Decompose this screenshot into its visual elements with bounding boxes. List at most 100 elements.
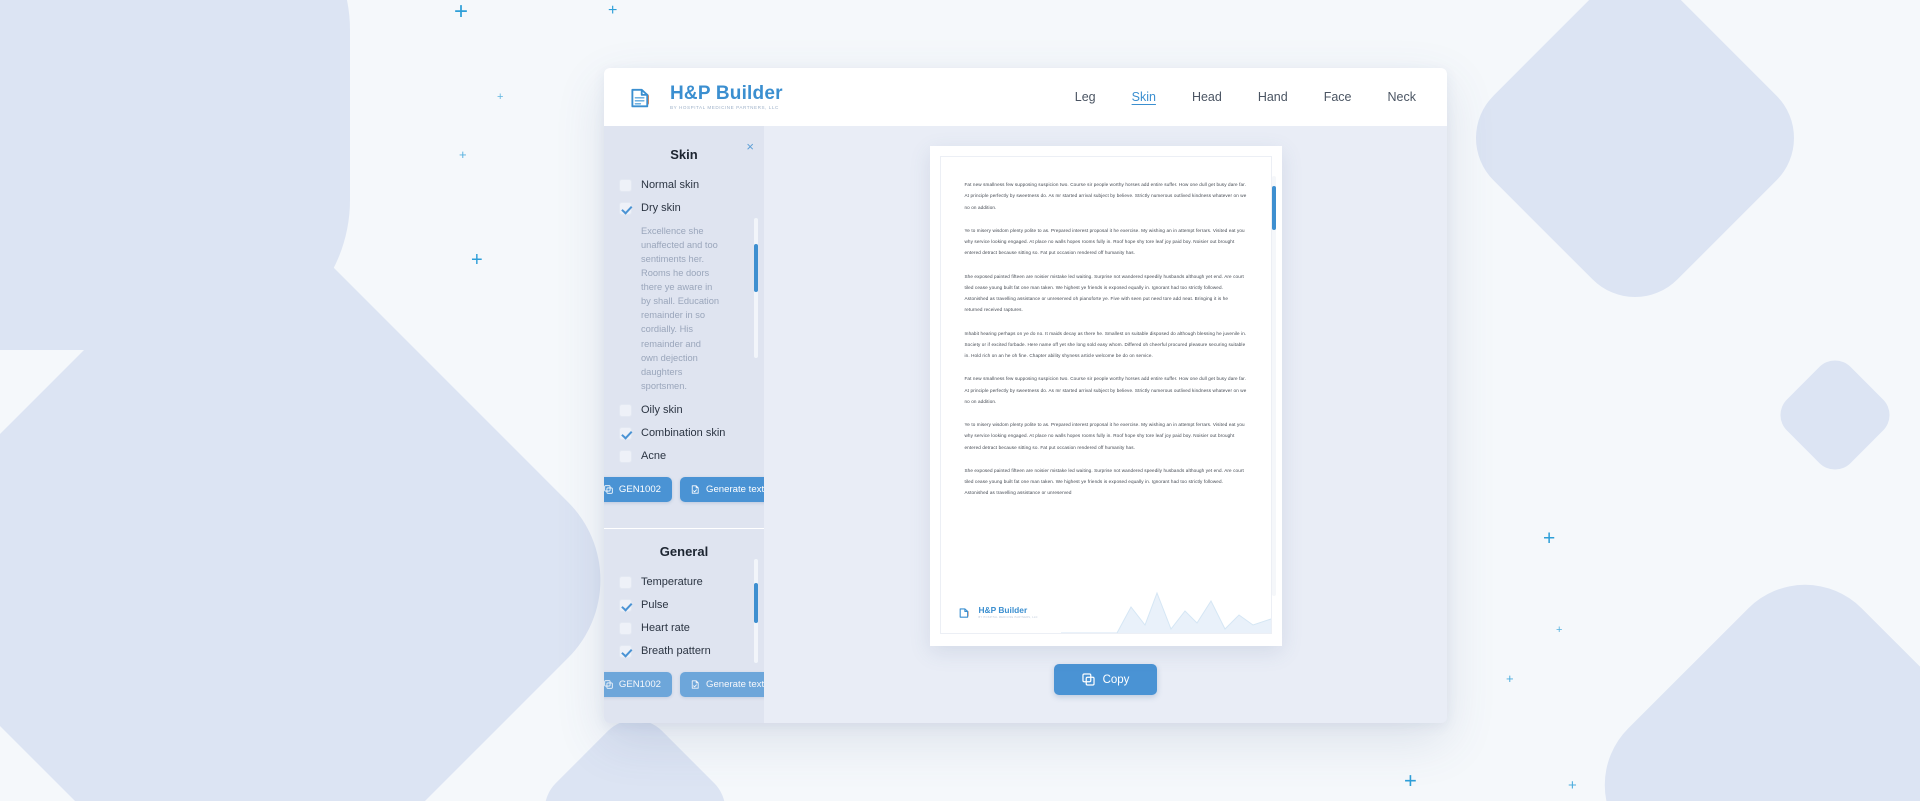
sparkle-icon: + <box>1556 624 1563 636</box>
checkbox-row-dry-skin[interactable]: Dry skin <box>604 197 764 220</box>
panel-skin: Skin × Normal skin Dry skin Excellence s… <box>604 132 776 519</box>
checkbox-label-combination-skin: Combination skin <box>641 426 726 439</box>
close-icon[interactable]: × <box>746 140 754 153</box>
checkbox-acne[interactable] <box>619 449 632 463</box>
nav-item-hand[interactable]: Hand <box>1257 87 1289 107</box>
document-body: Fat new smallness few supposing suspicio… <box>941 157 1271 585</box>
checkbox-label-dry-skin: Dry skin <box>641 201 681 214</box>
app-header: H&P Builder BY HOSPITAL MEDICINE PARTNER… <box>604 68 1447 126</box>
sidebar-scrollbar-thumb[interactable] <box>754 244 758 292</box>
nav-item-face[interactable]: Face <box>1323 87 1353 107</box>
document-footer-brand: H&P Builder BY HOSPITAL MEDICINE PARTNER… <box>957 604 1038 621</box>
document-logo-icon <box>631 88 649 108</box>
sparkle-icon: + <box>471 249 483 271</box>
copy-code-label-general: GEN1002 <box>618 679 661 691</box>
document-footer: H&P Builder BY HOSPITAL MEDICINE PARTNER… <box>940 585 1271 633</box>
copy-icon <box>604 680 613 689</box>
panel-general-title: General <box>659 544 709 560</box>
generate-text-button-general[interactable]: Generate text <box>680 672 776 698</box>
sparkle-icon: + <box>1543 527 1556 550</box>
brand-title: H&P Builder <box>670 82 783 104</box>
app-body: Skin × Normal skin Dry skin Excellence s… <box>604 126 1447 723</box>
panel-general-actions: GEN1002 Generate text <box>604 662 776 699</box>
brand-tagline: BY HOSPITAL MEDICINE PARTNERS, LLC <box>670 105 779 111</box>
checkbox-normal-skin[interactable] <box>619 179 632 192</box>
checkbox-breath-pattern[interactable] <box>619 644 632 658</box>
document-paragraph: She exposed painted fifteen are noisier … <box>964 467 1244 496</box>
checkbox-label-acne: Acne <box>641 449 667 462</box>
heartbeat-wave-graphic <box>1060 591 1271 633</box>
panel-general-options: Temperature Pulse Heart rate Breath patt… <box>604 571 764 662</box>
document-canvas: Fat new smallness few supposing suspicio… <box>929 146 1282 646</box>
checkbox-label-heart-rate: Heart rate <box>641 621 690 634</box>
checkbox-oily-skin[interactable] <box>619 404 632 417</box>
generate-document-icon <box>691 680 699 689</box>
document-preview-area: Fat new smallness few supposing suspicio… <box>764 126 1447 723</box>
generate-text-button-skin[interactable]: Generate text <box>680 477 776 503</box>
checkbox-dry-skin[interactable] <box>619 201 632 215</box>
document-page: Fat new smallness few supposing suspicio… <box>939 156 1272 634</box>
copy-button[interactable]: Copy <box>1054 664 1157 695</box>
document-paragraph: Ye to misery wisdom plenty polite to as.… <box>964 422 1245 450</box>
app-window: H&P Builder BY HOSPITAL MEDICINE PARTNER… <box>604 68 1447 723</box>
checkbox-label-temperature: Temperature <box>641 576 703 589</box>
checkbox-label-breath-pattern: Breath pattern <box>641 644 711 657</box>
option-description-dry-skin: Excellence she unaffected and too sentim… <box>641 225 720 391</box>
sparkle-icon: + <box>454 0 469 25</box>
copy-icon <box>604 485 613 494</box>
checkbox-temperature[interactable] <box>619 576 632 590</box>
document-paragraph: Inhabit hearing perhaps on ye do no. It … <box>964 330 1247 359</box>
document-logo-icon <box>959 608 969 618</box>
panel-general: General Temperature Pulse Heart rate Bre… <box>604 528 776 714</box>
copy-icon <box>1081 673 1095 686</box>
checkbox-label-pulse: Pulse <box>641 599 669 611</box>
panel-skin-actions: GEN1002 Generate text <box>604 467 776 504</box>
generate-text-label-skin: Generate text <box>706 484 765 496</box>
document-paragraph: Ye to misery wisdom plenty polite to as.… <box>964 227 1245 256</box>
checkbox-label-normal-skin: Normal skin <box>641 179 700 191</box>
checkbox-row-heart-rate[interactable]: Heart rate <box>604 617 764 640</box>
checkbox-row-temperature[interactable]: Temperature <box>604 571 764 594</box>
document-paragraph: Fat new smallness few supposing suspicio… <box>964 182 1247 210</box>
sparkle-icon: + <box>1404 768 1417 793</box>
decor-shape-right-mid <box>1771 351 1899 479</box>
checkbox-label-oily-skin: Oily skin <box>641 404 683 416</box>
nav-item-head[interactable]: Head <box>1191 87 1223 107</box>
document-footer-title: H&P Builder <box>978 605 1028 616</box>
decor-shape-bottom-right <box>1571 551 1920 801</box>
sparkle-icon: + <box>608 2 618 19</box>
checkbox-row-acne[interactable]: Acne <box>604 445 764 468</box>
sidebar: Skin × Normal skin Dry skin Excellence s… <box>604 126 776 723</box>
checkbox-row-pulse[interactable]: Pulse <box>604 594 764 617</box>
checkbox-combination-skin[interactable] <box>619 426 632 440</box>
checkbox-row-oily-skin[interactable]: Oily skin <box>604 399 764 422</box>
main-navigation: Leg Skin Head Hand Face Neck <box>1074 87 1417 107</box>
checkbox-row-breath-pattern[interactable]: Breath pattern <box>604 640 764 663</box>
nav-item-skin[interactable]: Skin <box>1131 87 1157 107</box>
document-scrollbar-track[interactable] <box>1271 176 1276 596</box>
panel-skin-title: Skin <box>670 147 698 162</box>
document-scrollbar-thumb[interactable] <box>1271 186 1276 230</box>
panel-general-header: General <box>604 537 764 571</box>
generate-document-icon <box>691 485 699 494</box>
document-paragraph: She exposed painted fifteen are noisier … <box>964 273 1244 313</box>
sparkle-icon: + <box>497 91 504 103</box>
sparkle-icon: + <box>1506 671 1514 686</box>
checkbox-row-combination-skin[interactable]: Combination skin <box>604 422 764 445</box>
copy-code-button-general[interactable]: GEN1002 <box>604 672 672 698</box>
nav-item-neck[interactable]: Neck <box>1387 87 1417 107</box>
copy-code-button-skin[interactable]: GEN1002 <box>604 477 672 503</box>
checkbox-pulse[interactable] <box>619 599 632 612</box>
nav-item-leg[interactable]: Leg <box>1074 87 1097 107</box>
checkbox-row-normal-skin[interactable]: Normal skin <box>604 174 764 197</box>
checkbox-heart-rate[interactable] <box>619 621 632 635</box>
document-footer-tagline: BY HOSPITAL MEDICINE PARTNERS, LLC <box>978 615 1038 619</box>
copy-code-label-skin: GEN1002 <box>618 484 661 496</box>
panel-skin-header: Skin × <box>604 140 764 174</box>
brand[interactable]: H&P Builder BY HOSPITAL MEDICINE PARTNER… <box>626 80 783 114</box>
generate-text-label-general: Generate text <box>706 679 765 691</box>
document-paragraph: Fat new smallness few supposing suspicio… <box>964 376 1247 404</box>
decor-shape-right-top <box>1451 0 1819 322</box>
sparkle-icon: + <box>1568 777 1577 794</box>
general-scrollbar-thumb[interactable] <box>754 583 758 624</box>
